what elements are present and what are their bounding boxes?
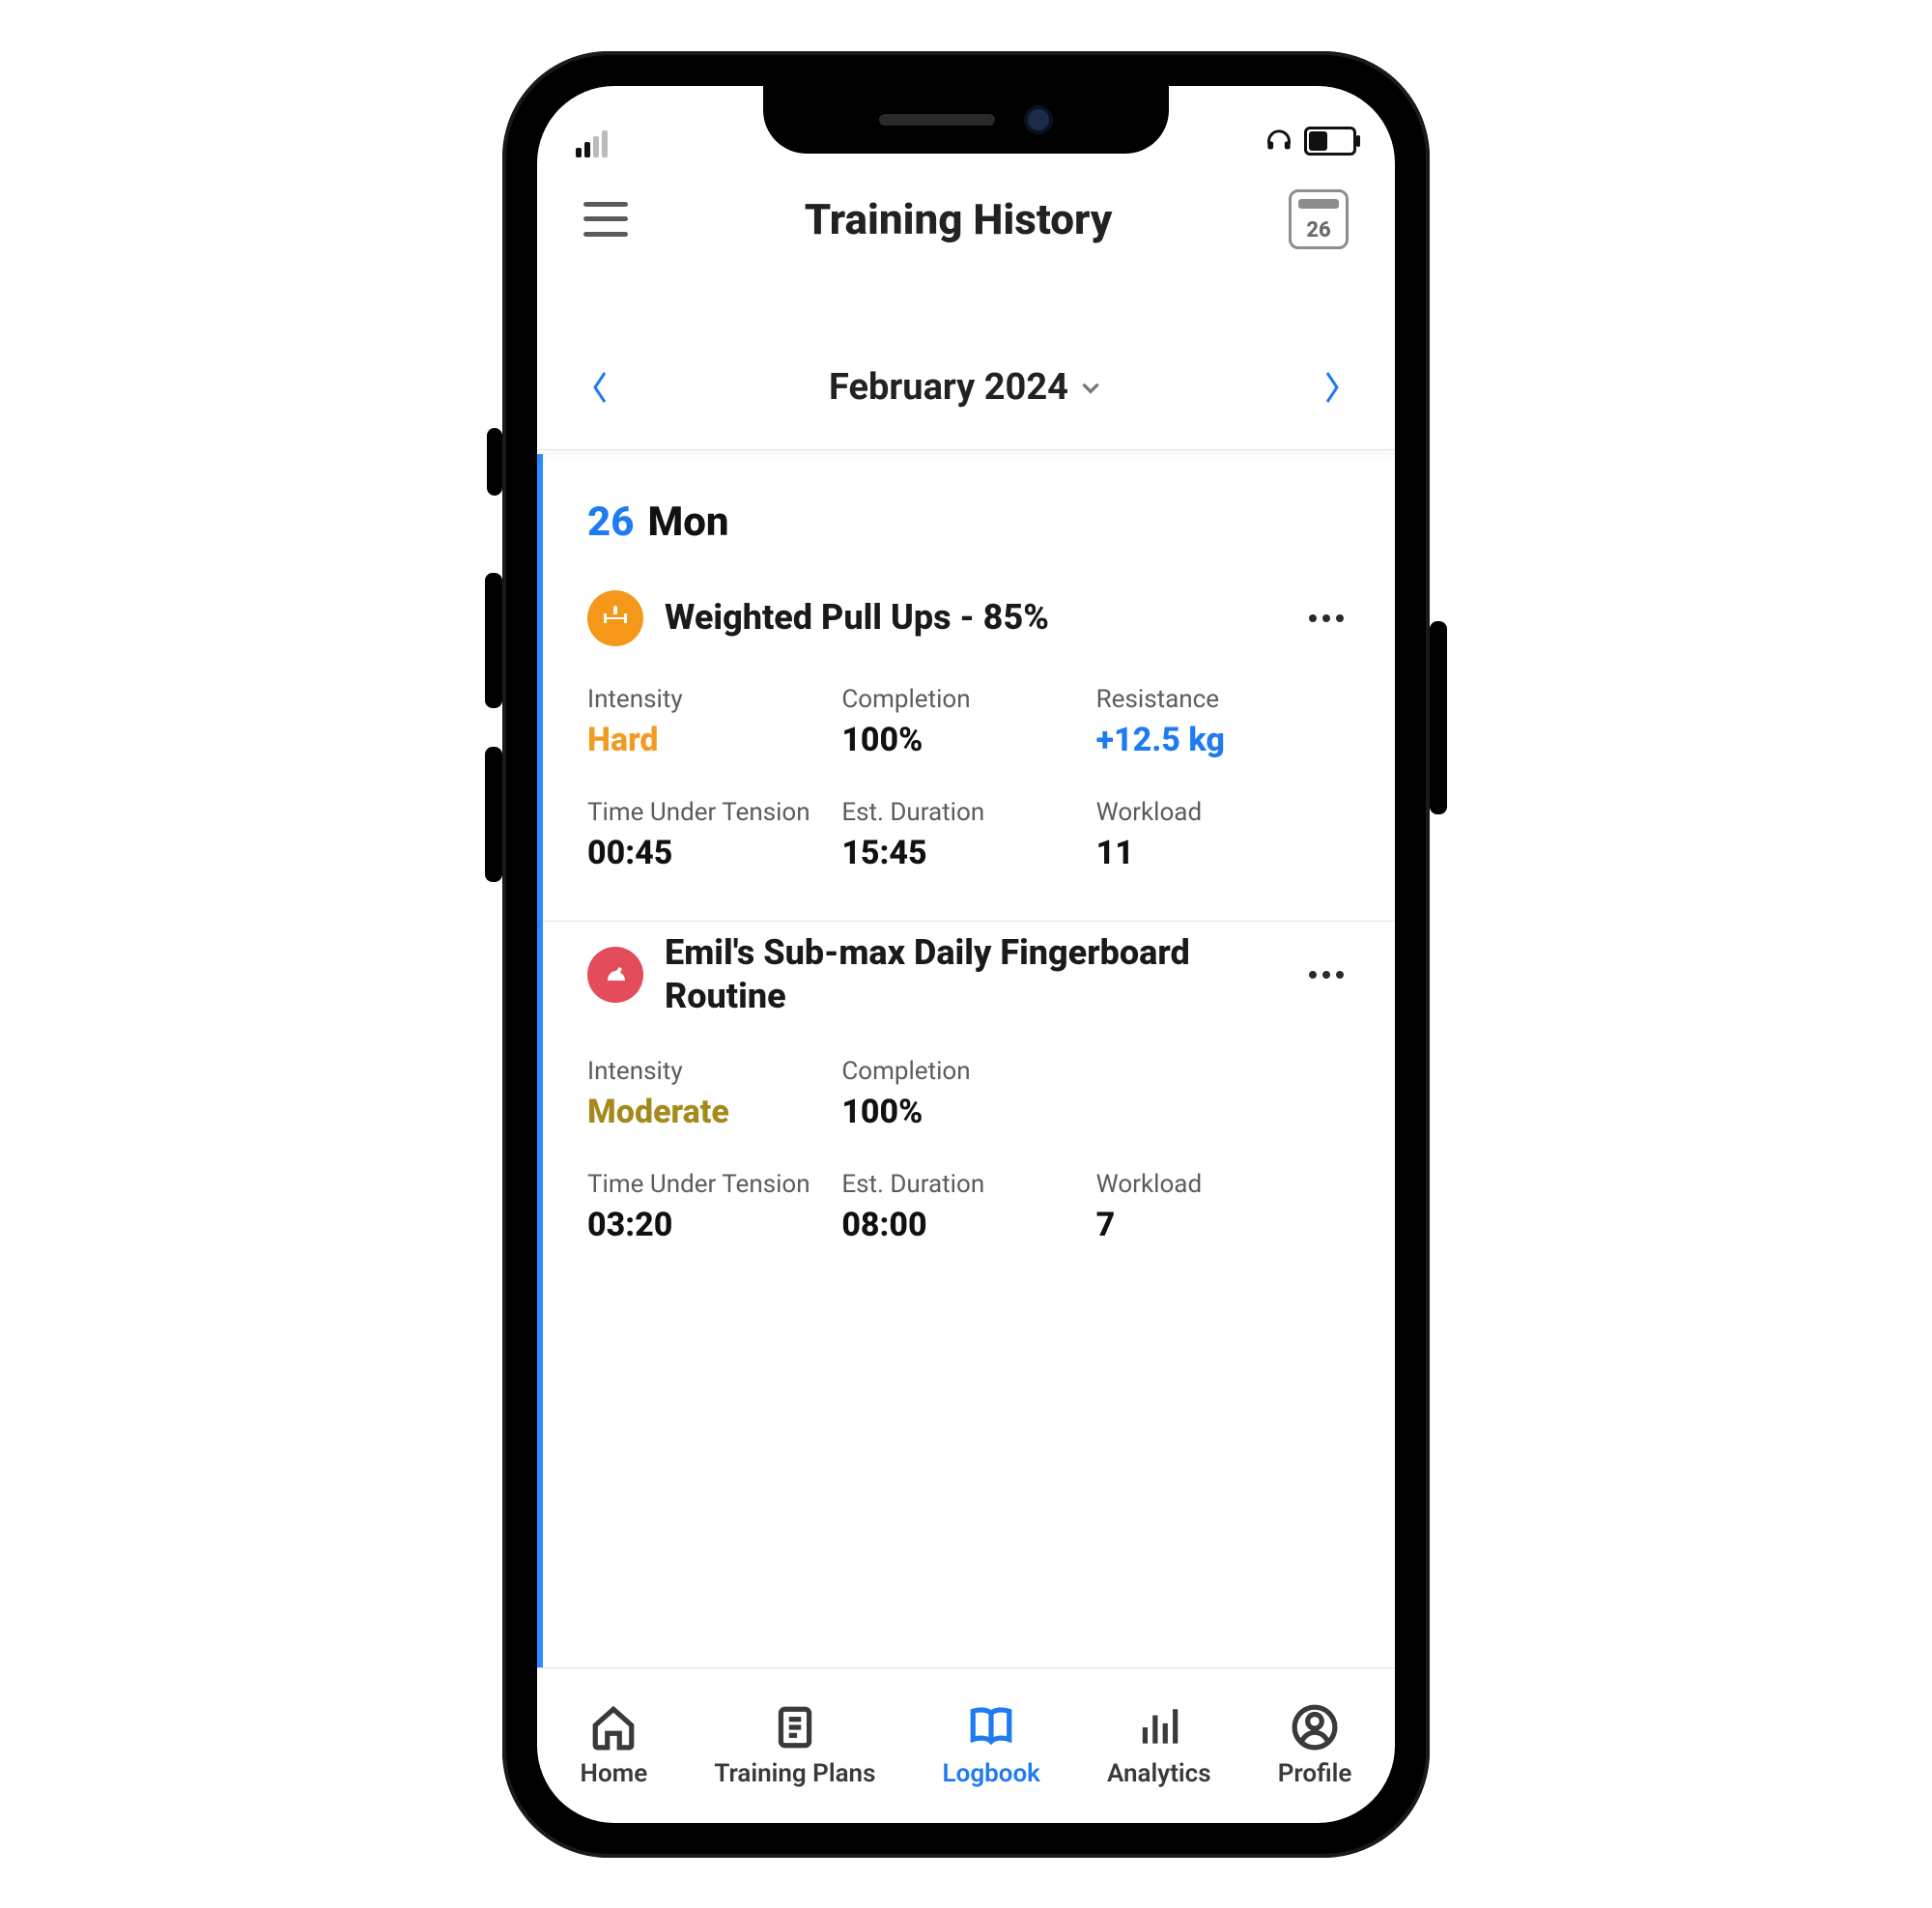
- profile-icon: [1291, 1703, 1339, 1751]
- stat-label: Completion: [841, 1057, 1095, 1087]
- volume-up-button: [485, 573, 502, 708]
- workout-card[interactable]: Weighted Pull Ups - 85% Intensity Hard Co…: [543, 581, 1395, 922]
- barbell-icon: [587, 590, 643, 646]
- stat-label: Workload: [1096, 798, 1350, 828]
- screen: MTNSA 07:58 Training History 26: [537, 86, 1395, 1823]
- headphones-icon: [1265, 126, 1293, 157]
- workload-value: 11: [1096, 834, 1350, 872]
- more-options-button[interactable]: [1302, 614, 1350, 622]
- document-icon: [771, 1703, 819, 1751]
- month-selector: February 2024: [537, 326, 1395, 450]
- stat-label: Intensity: [587, 1057, 841, 1087]
- resistance-value: +12.5 kg: [1096, 721, 1350, 759]
- tab-label: Logbook: [943, 1759, 1040, 1788]
- tab-home[interactable]: Home: [581, 1703, 648, 1788]
- tab-analytics[interactable]: Analytics: [1107, 1703, 1211, 1788]
- flex-arm-icon: [587, 947, 643, 1003]
- home-icon: [589, 1703, 638, 1751]
- more-options-button[interactable]: [1302, 971, 1350, 979]
- stat-label: Workload: [1096, 1170, 1350, 1200]
- tut-value: 03:20: [587, 1206, 841, 1244]
- menu-button[interactable]: [583, 202, 628, 237]
- page-title: Training History: [805, 194, 1113, 244]
- cellular-signal-icon: [576, 130, 608, 157]
- notch: [763, 86, 1169, 154]
- calendar-button[interactable]: 26: [1289, 189, 1349, 249]
- speaker-grille: [879, 114, 995, 126]
- volume-down-button: [485, 747, 502, 882]
- tab-label: Home: [581, 1759, 648, 1788]
- calendar-day-label: 26: [1306, 218, 1330, 242]
- completion-value: 100%: [841, 1093, 1095, 1131]
- bar-chart-icon: [1135, 1703, 1183, 1751]
- workout-card[interactable]: Emil's Sub-max Daily Fingerboard Routine…: [543, 922, 1395, 1293]
- tab-label: Training Plans: [714, 1759, 875, 1788]
- completion-value: 100%: [841, 721, 1095, 759]
- day-number: 26: [587, 498, 634, 546]
- intensity-value: Hard: [587, 721, 841, 759]
- tab-label: Analytics: [1107, 1759, 1211, 1788]
- tab-label: Profile: [1278, 1759, 1352, 1788]
- stat-label: Est. Duration: [841, 1170, 1095, 1200]
- stat-label: Completion: [841, 685, 1095, 715]
- stat-label: Time Under Tension: [587, 798, 841, 828]
- front-camera: [1024, 105, 1053, 134]
- duration-value: 08:00: [841, 1206, 1095, 1244]
- intensity-value: Moderate: [587, 1093, 841, 1131]
- duration-value: 15:45: [841, 834, 1095, 872]
- month-dropdown[interactable]: February 2024: [829, 366, 1103, 409]
- stat-label: Intensity: [587, 685, 841, 715]
- stat-label: Time Under Tension: [587, 1170, 841, 1200]
- stat-label: Resistance: [1096, 685, 1350, 715]
- workout-title: Weighted Pull Ups - 85%: [665, 596, 1281, 640]
- workout-title: Emil's Sub-max Daily Fingerboard Routine: [665, 931, 1281, 1018]
- tut-value: 00:45: [587, 834, 841, 872]
- month-label: February 2024: [829, 366, 1068, 409]
- tab-bar: Home Training Plans Logbook Analytics Pr…: [537, 1667, 1395, 1823]
- mute-switch: [487, 428, 502, 496]
- log-list: 26 Mon Weighted Pull Ups - 85% Intensity…: [537, 454, 1395, 1667]
- next-month-button[interactable]: [1312, 368, 1350, 407]
- tab-profile[interactable]: Profile: [1278, 1703, 1352, 1788]
- power-button: [1430, 621, 1447, 814]
- tab-training-plans[interactable]: Training Plans: [714, 1703, 875, 1788]
- chevron-down-icon: [1078, 375, 1103, 400]
- stat-label: Est. Duration: [841, 798, 1095, 828]
- battery-icon: [1304, 127, 1356, 156]
- tab-logbook[interactable]: Logbook: [943, 1703, 1040, 1788]
- prev-month-button[interactable]: [582, 368, 620, 407]
- book-open-icon: [967, 1703, 1015, 1751]
- app-header: Training History 26: [537, 161, 1395, 277]
- workload-value: 7: [1096, 1206, 1350, 1244]
- day-header: 26 Mon: [543, 498, 1395, 581]
- phone-frame: MTNSA 07:58 Training History 26: [502, 51, 1430, 1858]
- day-of-week: Mon: [647, 498, 728, 546]
